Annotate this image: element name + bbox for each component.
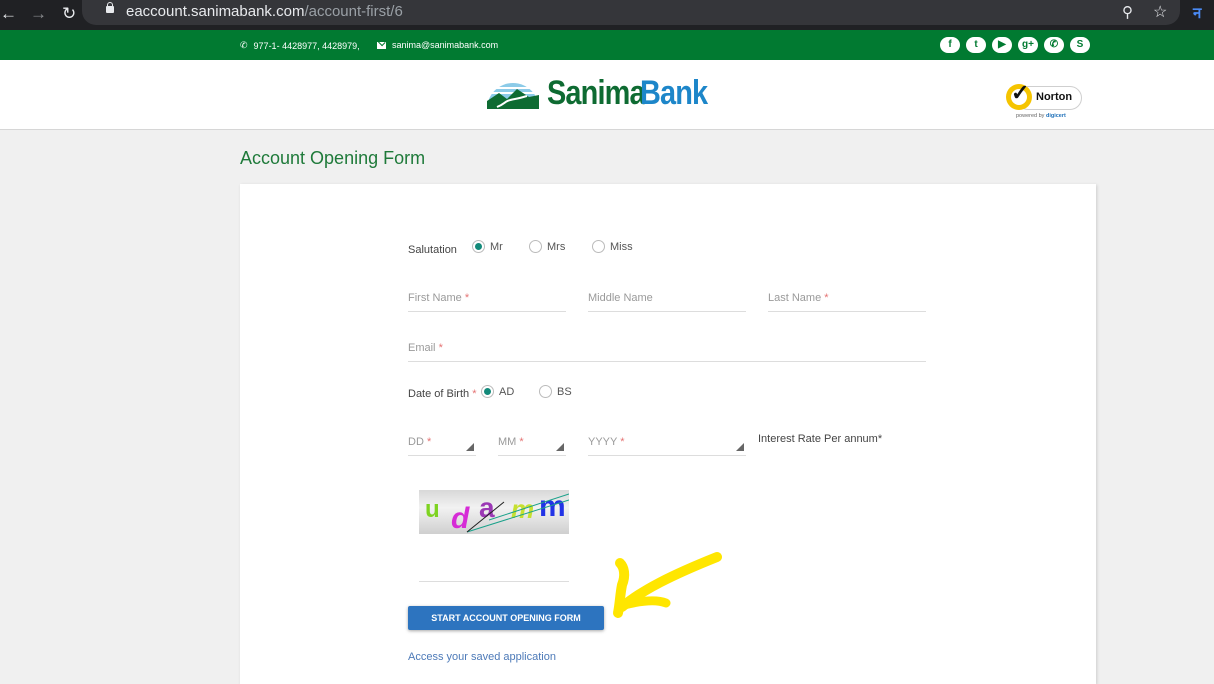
mountain-logo-icon (487, 82, 539, 109)
placeholder-text: MM (498, 436, 517, 448)
radio-selected-icon[interactable] (481, 385, 494, 398)
dob-year-select[interactable]: YYYY * (588, 432, 746, 456)
radio-unselected-icon[interactable] (539, 385, 552, 398)
forward-icon[interactable]: → (30, 4, 47, 24)
lock-icon[interactable] (106, 2, 114, 13)
checkmark-icon: ✓ (1011, 80, 1030, 105)
access-saved-application-link[interactable]: Access your saved application (408, 651, 556, 663)
interest-rate-label: Interest Rate Per annum* (758, 433, 883, 445)
salutation-mrs-radio[interactable]: Mrs (529, 240, 565, 253)
dob-label: Date of Birth * (408, 388, 476, 400)
required-marker: * (620, 436, 625, 448)
placeholder-text: Email (408, 342, 436, 354)
captcha-noise-lines (466, 493, 569, 533)
required-marker: * (472, 388, 477, 400)
email-contact: sanima@sanimabank.com (377, 40, 498, 50)
phone-icon: ✆ (240, 40, 248, 50)
envelope-icon (377, 41, 386, 49)
dob-bs-radio[interactable]: BS (539, 385, 572, 398)
norton-label: Norton (1036, 91, 1073, 103)
last-name-placeholder: Last Name * (768, 292, 829, 304)
dropdown-arrow-icon (736, 443, 744, 451)
radio-unselected-icon[interactable] (592, 240, 605, 253)
url-text[interactable]: eaccount.sanimabank.com/account-first/6 (126, 3, 403, 21)
contact-bar: ✆ 977-1- 4428977, 4428979, sanima@sanima… (0, 30, 1214, 60)
brand-name-sanima: Sanima (547, 74, 646, 112)
dd-placeholder: DD * (408, 436, 431, 448)
radio-unselected-icon[interactable] (529, 240, 542, 253)
reload-icon[interactable]: ↻ (62, 4, 76, 24)
dob-ad-radio[interactable]: AD (481, 385, 514, 398)
back-icon[interactable]: ← (0, 4, 17, 24)
radio-label: Mrs (547, 240, 566, 253)
dropdown-arrow-icon (466, 443, 474, 451)
norton-powered-by: powered by digicert (1016, 113, 1066, 119)
middle-name-field[interactable]: Middle Name (588, 288, 746, 312)
dropdown-arrow-icon (556, 443, 564, 451)
last-name-field[interactable]: Last Name * (768, 288, 926, 312)
zoom-icon[interactable]: ⚲ (1122, 3, 1133, 21)
middle-name-placeholder: Middle Name (588, 292, 653, 304)
extension-icon[interactable]: न (1193, 3, 1201, 23)
placeholder-text: YYYY (588, 436, 618, 448)
radio-label: BS (557, 385, 572, 398)
required-marker: * (519, 436, 524, 448)
radio-label: AD (499, 385, 515, 398)
required-marker: * (438, 342, 443, 354)
mm-placeholder: MM * (498, 436, 524, 448)
url-path: /account-first/6 (304, 3, 403, 20)
browser-toolbar: ← → ↻ eaccount.sanimabank.com/account-fi… (0, 0, 1214, 30)
salutation-mr-radio[interactable]: Mr (472, 240, 503, 253)
google-plus-icon[interactable]: g+ (1018, 37, 1038, 53)
brand-name-bank: Bank (639, 74, 708, 112)
social-links: f t ▶ g+ ✆ S (940, 37, 1090, 53)
email-address[interactable]: sanima@sanimabank.com (392, 40, 498, 50)
digicert-text: digicert (1045, 113, 1066, 119)
radio-selected-icon[interactable] (472, 240, 485, 253)
yyyy-placeholder: YYYY * (588, 436, 625, 448)
first-name-placeholder: First Name * (408, 292, 469, 304)
norton-seal[interactable]: ✓ Norton powered by digicert (1006, 80, 1082, 122)
annotation-arrow-icon (613, 552, 722, 618)
required-marker: * (824, 292, 829, 304)
dob-label-text: Date of Birth (408, 388, 470, 400)
bank-logo[interactable]: Sanima Bank (485, 74, 719, 113)
salutation-miss-radio[interactable]: Miss (592, 240, 633, 253)
placeholder-text: Last Name (768, 292, 822, 304)
address-bar[interactable]: eaccount.sanimabank.com/account-first/6 … (82, 0, 1180, 25)
dob-day-select[interactable]: DD * (408, 432, 476, 456)
placeholder-text: First Name (408, 292, 462, 304)
powered-by-text: powered by (1016, 113, 1046, 119)
start-account-opening-button[interactable]: START ACCOUNT OPENING FORM (408, 606, 604, 630)
page-title: Account Opening Form (240, 148, 426, 168)
viber-icon[interactable]: ✆ (1044, 37, 1064, 53)
email-placeholder: Email * (408, 342, 443, 354)
twitter-icon[interactable]: t (966, 37, 986, 53)
skype-icon[interactable]: S (1070, 37, 1090, 53)
required-marker: * (426, 436, 432, 448)
phone-contact: ✆ 977-1- 4428977, 4428979, (240, 40, 360, 51)
required-marker: * (464, 292, 470, 304)
radio-label: Mr (490, 240, 503, 253)
captcha-input[interactable] (419, 558, 569, 582)
captcha-image: u d a m m (419, 490, 569, 534)
salutation-label: Salutation (408, 244, 457, 256)
facebook-icon[interactable]: f (940, 37, 960, 53)
site-header: Sanima Bank ✓ Norton powered by digicert (0, 60, 1214, 130)
youtube-icon[interactable]: ▶ (992, 37, 1012, 53)
url-host: eaccount.sanimabank.com (126, 3, 305, 20)
bookmark-star-icon[interactable]: ☆ (1153, 2, 1167, 22)
placeholder-text: DD (408, 436, 424, 448)
email-field[interactable]: Email * (408, 338, 926, 362)
first-name-field[interactable]: First Name * (408, 288, 566, 312)
dob-month-select[interactable]: MM * (498, 432, 566, 456)
phone-number: 977-1- 4428977, 4428979, (253, 40, 360, 51)
radio-label: Miss (610, 240, 633, 253)
